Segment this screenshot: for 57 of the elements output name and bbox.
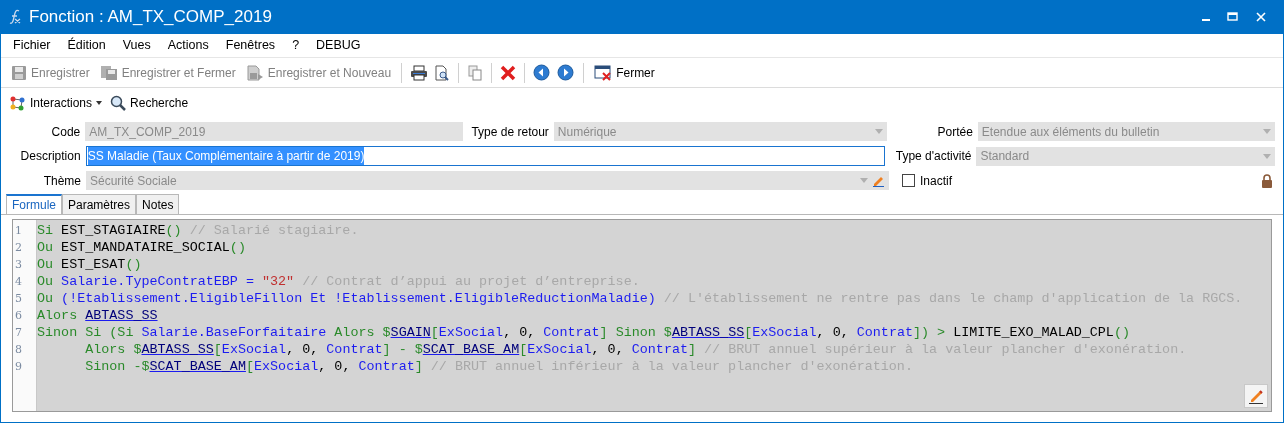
checkbox-label: Inactif bbox=[920, 172, 953, 190]
code-line: Ou EST_MANDATAIRE_SOCIAL() bbox=[37, 239, 247, 256]
pencil-icon[interactable] bbox=[872, 174, 885, 187]
window-title: Fonction : AM_TX_COMP_2019 bbox=[29, 6, 273, 29]
code-line: Sinon Si (Si Salarie.BaseForfaitaire Alors $SGAIN[ExSocial, 0, Contrat] Sinon $ABTASS_SS[ExSocial, 0, Contrat]) > LIMITE_EXO_MALAD_CPL() bbox=[37, 324, 1131, 341]
document-save-icon bbox=[245, 64, 264, 81]
padlock-icon bbox=[1261, 173, 1273, 188]
dropdown-caret-icon bbox=[96, 101, 103, 105]
code-line: Ou EST_ESAT() bbox=[37, 256, 143, 273]
code-line: Alors ABTASS_SS bbox=[37, 307, 159, 324]
tab[interactable]: Notes bbox=[136, 194, 180, 214]
toolbar-button[interactable]: Fermer bbox=[590, 61, 659, 84]
menu-item[interactable]: DEBUG bbox=[316, 36, 361, 55]
menu-item[interactable]: Fichier bbox=[13, 36, 51, 55]
printer-icon[interactable] bbox=[410, 64, 429, 81]
menu-item[interactable]: ? bbox=[292, 36, 300, 55]
maximize-icon[interactable] bbox=[1227, 12, 1239, 22]
print-preview-icon[interactable] bbox=[434, 64, 451, 81]
field-label: Type de retour bbox=[470, 123, 549, 141]
select-value: Sécurité Sociale bbox=[90, 172, 178, 190]
field-label: Description bbox=[19, 148, 81, 165]
tab[interactable]: Paramètres bbox=[62, 194, 137, 214]
pencil-icon bbox=[1248, 388, 1264, 404]
interactions-button[interactable]: Interactions bbox=[9, 94, 103, 112]
select-value: Standard bbox=[980, 148, 1031, 165]
field-value: AM_TX_COMP_2019 bbox=[89, 123, 206, 141]
line-number: 5 bbox=[14, 291, 23, 307]
line-number: 2 bbox=[14, 240, 23, 256]
window-close-icon bbox=[594, 64, 613, 81]
select-value: Numérique bbox=[557, 123, 618, 141]
select-value: Etendue aux éléments du bulletin bbox=[981, 123, 1161, 141]
search-button[interactable]: Recherche bbox=[110, 94, 189, 112]
menu-item[interactable]: Édition bbox=[67, 36, 106, 55]
line-number: 3 bbox=[14, 257, 23, 273]
line-number: 7 bbox=[14, 325, 23, 341]
line-number: 1 bbox=[14, 223, 23, 239]
line-number: 9 bbox=[14, 359, 23, 375]
line-number: 6 bbox=[14, 308, 23, 324]
line-number: 8 bbox=[14, 342, 23, 358]
code-editor[interactable] bbox=[12, 219, 1272, 412]
menu-item[interactable]: Fenêtres bbox=[225, 36, 276, 55]
field-value: SS Maladie (Taux Complémentaire à partir de 2019) bbox=[87, 147, 365, 165]
field-label: Type d'activité bbox=[894, 148, 972, 165]
search-icon bbox=[110, 95, 127, 111]
edit-pencil-button[interactable] bbox=[1244, 384, 1268, 408]
delete-icon[interactable] bbox=[500, 64, 517, 81]
menu-item[interactable]: Vues bbox=[122, 36, 151, 55]
close-icon[interactable] bbox=[1255, 12, 1267, 22]
tab[interactable]: Formule bbox=[6, 194, 62, 214]
menu-item[interactable]: Actions bbox=[167, 36, 209, 55]
line-number: 4 bbox=[14, 274, 23, 290]
function-fx-icon bbox=[9, 9, 21, 25]
floppy-disks-icon bbox=[99, 64, 118, 81]
field-label: Thème bbox=[42, 172, 81, 190]
field-label: Portée bbox=[936, 123, 973, 141]
field-label: Code bbox=[50, 123, 81, 141]
network-nodes-icon bbox=[9, 94, 26, 112]
